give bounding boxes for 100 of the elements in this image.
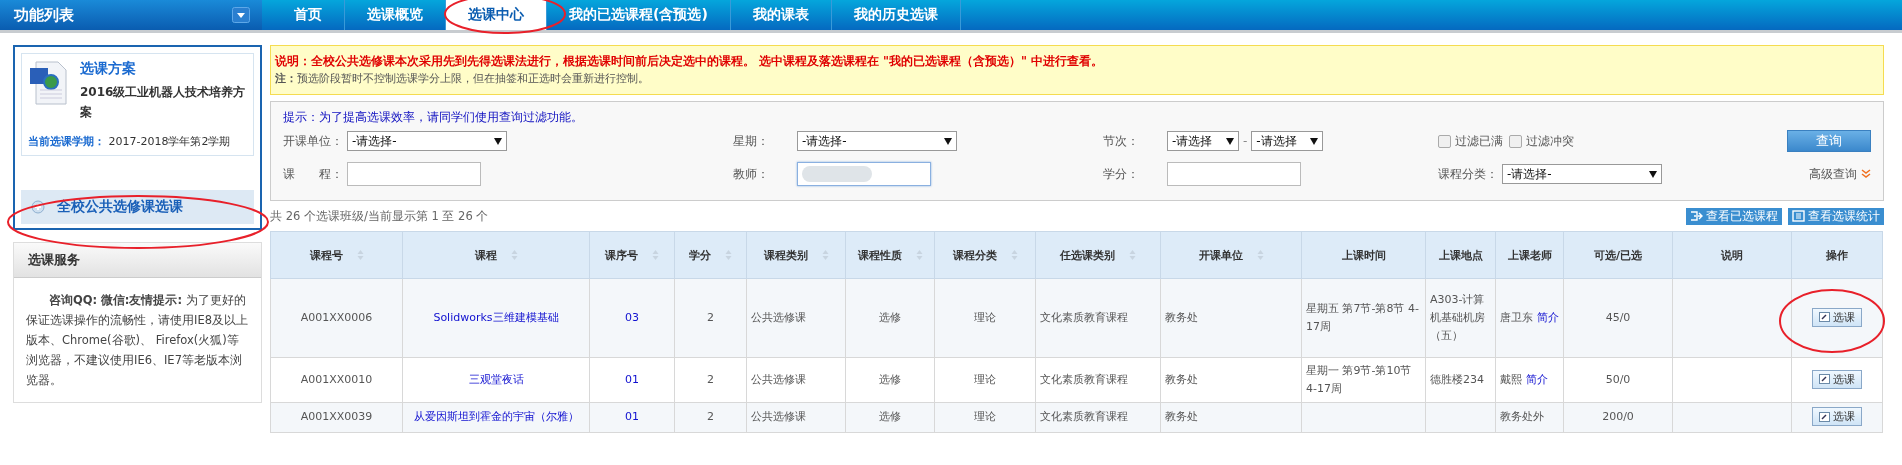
course-link[interactable]: 01 — [625, 373, 639, 386]
input-field[interactable] — [797, 162, 931, 186]
field-label: 学分： — [1103, 165, 1140, 183]
redacted-blur — [802, 166, 872, 182]
checkbox-label: 过滤已满 — [1455, 132, 1503, 150]
table-cell: A001XX0039 — [270, 402, 403, 432]
term-value: 2017-2018学年第2学期 — [108, 135, 231, 148]
select-field[interactable]: -请选择 — [1251, 131, 1324, 151]
table-cell: 文化素质教育课程 — [1035, 278, 1161, 358]
table-cell: 50/0 — [1563, 357, 1673, 403]
table-cell: 文化素质教育课程 — [1035, 402, 1161, 432]
course-link[interactable]: 01 — [625, 410, 639, 424]
table-cell: 德胜楼234 — [1425, 357, 1496, 403]
table-cell: 教务处 — [1160, 402, 1302, 432]
sidebar-title: 功能列表 — [14, 5, 74, 25]
input-field[interactable] — [1167, 162, 1301, 186]
column-header[interactable]: 任选课类别 — [1035, 231, 1161, 279]
advanced-search-link[interactable]: 高级查询 — [1809, 165, 1857, 183]
select-course-button[interactable]: 选课 — [1812, 369, 1862, 389]
pencil-icon — [1819, 312, 1830, 323]
list-icon — [1792, 210, 1805, 222]
column-header[interactable]: 课程分类 — [934, 231, 1036, 279]
column-header[interactable]: 学分 — [674, 231, 747, 279]
checkbox-label: 过滤冲突 — [1526, 132, 1574, 150]
column-header[interactable]: 操作 — [1791, 231, 1883, 279]
column-header[interactable]: 课程号 — [270, 231, 403, 279]
view-button[interactable]: 查看已选课程 — [1686, 207, 1782, 225]
nav-tab[interactable]: 选课中心 — [446, 0, 547, 30]
nav-tab[interactable]: 我的历史选课 — [831, 0, 961, 30]
column-header[interactable]: 上课时间 — [1301, 231, 1426, 279]
table-cell: 45/0 — [1563, 278, 1673, 358]
select-course-button[interactable]: 选课 — [1812, 407, 1862, 426]
checkbox[interactable] — [1438, 134, 1451, 148]
profile-link[interactable]: 简介 — [1525, 373, 1548, 386]
column-header[interactable]: 上课地点 — [1425, 231, 1496, 279]
column-header[interactable]: 开课单位 — [1160, 231, 1302, 279]
profile-link[interactable]: 简介 — [1536, 311, 1559, 324]
field-label: 课 程： — [283, 165, 343, 183]
pencil-icon — [1819, 374, 1830, 385]
field-label: 课程分类： — [1438, 165, 1498, 183]
select-field[interactable]: -请选择- — [1502, 164, 1662, 184]
sort-icon[interactable] — [725, 249, 732, 261]
column-header[interactable]: 课程类别 — [746, 231, 846, 279]
chevron-down-icon[interactable] — [1861, 169, 1871, 179]
pencil-icon — [1819, 411, 1830, 422]
sort-icon[interactable] — [1010, 249, 1018, 261]
plan-heading[interactable]: 选课方案 — [80, 60, 247, 78]
select-course-button[interactable]: 选课 — [1812, 307, 1862, 327]
table-cell: 选修 — [845, 278, 935, 358]
nav-tab[interactable]: 我的课表 — [730, 0, 832, 30]
notice-text: 说明：全校公共选修课本次采用先到先得选课法进行，根据选课时间前后决定选中的课程。 选中课程及落选课程在 "我的已选课程（含预选）" 中进行查看。 — [275, 53, 1104, 70]
column-header[interactable]: 上课老师 — [1495, 231, 1564, 279]
plus-icon — [31, 200, 45, 214]
table-cell: 公共选修课 — [746, 357, 846, 403]
column-header[interactable]: 课序号 — [589, 231, 675, 279]
table-cell: 200/0 — [1563, 402, 1673, 432]
table-cell: 教务处外 — [1495, 402, 1564, 432]
sort-icon[interactable] — [821, 249, 829, 261]
arrow-icon — [1690, 210, 1703, 222]
sort-icon[interactable] — [510, 249, 518, 261]
field-label: 教师： — [733, 165, 770, 183]
column-header[interactable]: 说明 — [1672, 231, 1792, 279]
sort-icon[interactable] — [1129, 249, 1136, 261]
field-label: 开课单位： — [283, 132, 343, 150]
column-header[interactable]: 课程性质 — [845, 231, 935, 279]
sort-icon[interactable] — [915, 249, 923, 261]
table-cell: 教务处 — [1160, 278, 1302, 358]
dropdown-icon[interactable] — [232, 7, 250, 23]
course-link[interactable]: 03 — [625, 311, 639, 324]
input-field[interactable] — [347, 162, 481, 186]
select-field[interactable]: -请选择 — [1167, 131, 1239, 151]
sort-icon[interactable] — [1256, 249, 1264, 261]
table-cell: 公共选修课 — [746, 278, 846, 358]
course-link[interactable]: Solidworks三维建模基础 — [433, 311, 559, 324]
plan-name: 2016级工业机器人技术培养方案 — [80, 84, 247, 121]
table-cell: 文化素质教育课程 — [1035, 357, 1161, 403]
nav-tab[interactable]: 我的已选课程(含预选) — [547, 0, 731, 30]
note-text: 注：预选阶段暂时不控制选课学分上限，但在抽签和正选时会重新进行控制。 — [275, 71, 650, 87]
view-button[interactable]: 查看选课统计 — [1788, 207, 1884, 225]
sort-icon[interactable] — [356, 249, 364, 261]
table-cell: 理论 — [934, 357, 1036, 403]
service-text: 咨询QQ: 微信:友情提示: 为了更好的保证选课操作的流畅性，请使用IE8及以上版本、Chrome(谷歌)、 Firefox(火狐)等浏览器，不建议使用IE6、IE7等老版本浏览器。 — [25, 292, 249, 389]
table-cell: 理论 — [934, 402, 1036, 432]
teacher-name: 唐卫东 — [1500, 311, 1533, 324]
checkbox[interactable] — [1509, 134, 1522, 148]
sidebar-item[interactable]: 全校公共选修课选课 — [21, 190, 254, 224]
table-cell: 2 — [674, 357, 747, 403]
select-field[interactable]: -请选择- — [797, 131, 957, 151]
column-header[interactable]: 可选/已选 — [1563, 231, 1673, 279]
table-cell: 星期一 第9节-第10节 4-17周 — [1301, 357, 1426, 403]
course-link[interactable]: 三观堂夜话 — [468, 373, 524, 386]
nav-tab[interactable]: 首页 — [272, 0, 345, 30]
document-icon — [28, 60, 68, 106]
table-cell: 公共选修课 — [746, 402, 846, 432]
column-header[interactable]: 课程 — [402, 231, 590, 279]
sort-icon[interactable] — [652, 249, 659, 261]
table-cell: 2 — [674, 402, 747, 432]
table-cell: A001XX0010 — [270, 357, 403, 403]
select-field[interactable]: -请选择- — [347, 131, 507, 151]
range-separator: - — [1243, 134, 1248, 148]
